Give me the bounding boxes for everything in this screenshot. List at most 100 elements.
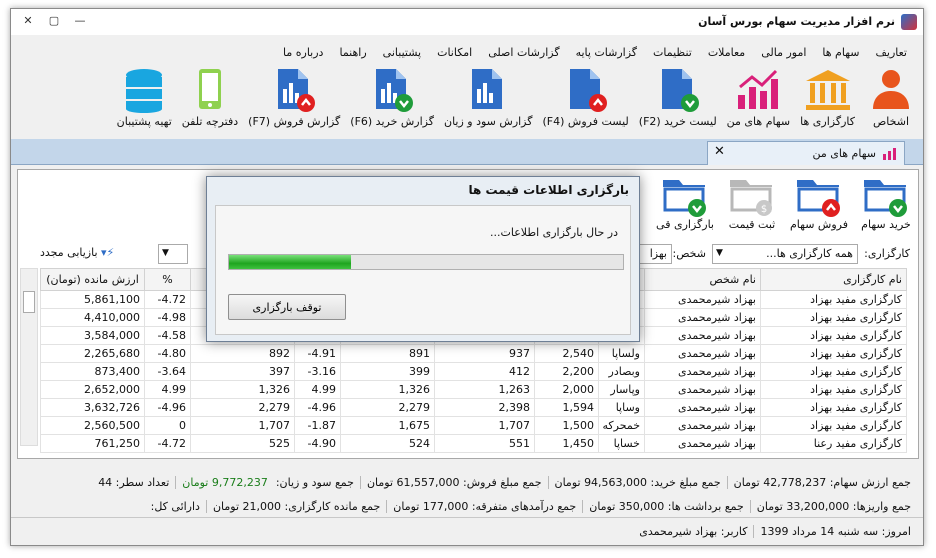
toolbar-button[interactable]: سهام های من [727,65,790,137]
phone-icon [184,65,236,113]
report-down-icon [366,65,418,113]
person-value: بهزا [649,247,667,260]
progress-fill [229,255,352,269]
total-stock-value: جمع ارزش سهام: 42,778,237 تومان [726,475,917,489]
table-cell: 3,632,726 [40,398,145,417]
menu-item[interactable]: تعاریف [868,43,915,63]
table-cell: 2,265,680 [40,344,145,363]
sub-toolbar-label: بارگزاری قی [656,218,714,231]
stop-loading-button[interactable]: توقف بارگزاری [228,294,346,320]
table-cell: 3,584,000 [40,326,145,345]
column-header[interactable]: نام شخص [644,268,761,291]
table-row[interactable]: 2,652,000 4.99 1,326 4.99 1,326 1,263 2,000 وپا… [40,380,907,399]
table-cell: وساپا [598,398,645,417]
row-count: تعداد سطر: 44 [98,475,170,489]
toolbar-button[interactable]: تهیه پشتیبان [117,65,172,137]
table-row[interactable]: 2,265,680 -4.80 892 -4.91 891 937 2,540 ولساپا ب… [40,344,907,363]
table-cell: 761,250 [40,434,145,453]
table-cell: 0 [144,416,191,435]
extra-select[interactable]: ▼ [158,244,188,264]
status-date: امروز: سه شنبه 14 مرداد 1399 [753,525,917,538]
close-icon[interactable]: ✕ [15,12,41,30]
toolbar-label: تهیه پشتیبان [116,115,172,128]
toolbar-label: گزارش فروش (F7) [248,115,341,128]
toolbar-button[interactable]: کارگزاری ها [800,65,855,137]
table-cell: -4.72 [144,434,191,453]
table-row[interactable]: 873,400 -3.64 397 -3.16 399 412 2,200 وبصادر بهز… [40,362,907,381]
table-cell: -4.80 [144,344,191,363]
table-cell: 2,398 [434,398,535,417]
tab-my-stocks[interactable]: سهام های من ✕ [707,141,905,165]
table-cell: 525 [190,434,295,453]
chevron-down-icon: ▼ [716,248,723,258]
table-cell: 892 [190,344,295,363]
menu-item[interactable]: گزارشات پایه [568,43,645,63]
maximize-icon[interactable]: ▢ [41,12,67,30]
menu-item[interactable]: امکانات [429,43,480,63]
refresh-label: بازیابی مجدد [40,246,98,259]
menu-item[interactable]: تنظیمات [645,43,700,63]
table-cell: خساپا [598,434,645,453]
menu-item[interactable]: پشتیبانی [375,43,429,63]
menu-item[interactable]: راهنما [331,43,374,63]
table-cell: 2,652,000 [40,380,145,399]
menu-item[interactable]: سهام ها [814,43,867,63]
table-cell: 551 [434,434,535,453]
person-icon [865,65,917,113]
table-row[interactable]: 761,250 -4.72 525 -4.90 524 551 1,450 خساپا بهزا… [40,434,907,453]
table-cell: ولساپا [598,344,645,363]
toolbar-button[interactable]: گزارش فروش (F7) [248,65,340,137]
table-cell: 5,861,100 [40,290,145,309]
table-cell: 4.99 [144,380,191,399]
table-cell: کارگزاری مفید بهزاد [760,290,907,309]
sub-toolbar-button[interactable]: خرید سهام [860,170,912,240]
toolbar-label: لیست خرید (F2) [638,115,717,128]
table-cell: وبصادر [598,362,645,381]
table-cell: 891 [340,344,435,363]
menu-item[interactable]: معاملات [700,43,753,63]
toolbar-label: کارگزاری ها [800,115,855,128]
menu-bar: تعاریف سهام ها امور مالی معاملات تنظیمات گزار… [11,43,923,63]
column-header[interactable]: ارزش مانده (تومان) [40,268,145,291]
toolbar-label: سهام های من [726,115,791,128]
tab-close-icon[interactable]: ✕ [714,144,725,159]
table-row[interactable]: 3,632,726 -4.96 2,279 -4.96 2,279 2,398 1,594 و… [40,398,907,417]
table-cell: -4.96 [144,398,191,417]
main-toolbar: اشخاص کارگزاری ها سهام های من لیست خرید (F2… [11,65,923,137]
refresh-button[interactable]: ⚡▾ بازیابی مجدد [40,246,114,259]
vertical-scrollbar[interactable] [20,268,38,446]
misc-income: جمع درآمدهای متفرقه: 177,000 تومان [386,499,582,513]
dialog-message: در حال بارگزاری اطلاعات... [490,226,618,239]
table-cell: 2,200 [534,362,599,381]
toolbar-button[interactable]: دفترچه تلفن [182,65,238,137]
sub-toolbar-button[interactable]: بارگزاری قی [656,170,714,240]
table-row[interactable]: 2,560,500 0 1,707 -1.87 1,675 1,707 1,500 خمحرک… [40,416,907,435]
menu-item[interactable]: گزارشات اصلی [480,43,567,63]
toolbar-button[interactable]: گزارش سود و زیان [444,65,533,137]
table-cell: کارگزاری مفید بهزاد [760,344,907,363]
table-cell: 1,326 [190,380,295,399]
menu-item[interactable]: امور مالی [753,43,814,63]
toolbar-button[interactable]: گزارش خرید (F6) [350,65,434,137]
menu-item[interactable]: درباره ما [275,43,331,63]
chevron-down-icon: ▼ [162,248,169,258]
sub-toolbar-button[interactable]: فروش سهام [790,170,848,240]
sub-toolbar-button[interactable]: $ ثبت قیمت [726,170,778,240]
table-cell: 1,263 [434,380,535,399]
progress-bar [228,254,624,270]
scrollbar-thumb[interactable] [23,291,35,313]
table-cell: کارگزاری مفید بهزاد [760,326,907,345]
broker-select[interactable]: همه کارگزاری ها... ▼ [712,244,858,264]
toolbar-button[interactable]: اشخاص [865,65,917,137]
table-cell: کارگزاری مفید بهزاد [760,380,907,399]
toolbar-button[interactable]: لیست فروش (F4) [543,65,629,137]
profit-loss-value: 9,772,237 تومان [175,475,274,489]
minimize-icon[interactable]: — [67,12,93,30]
column-header[interactable]: نام کارگزاری [760,268,907,291]
table-cell: 2,560,500 [40,416,145,435]
table-cell: 4,410,000 [40,308,145,327]
toolbar-button[interactable]: لیست خرید (F2) [639,65,717,137]
column-header[interactable]: % [144,268,191,291]
table-cell: بهزاد شیرمحمدی [644,308,761,327]
status-user: کاربر: بهزاد شیرمحمدی [639,525,748,538]
